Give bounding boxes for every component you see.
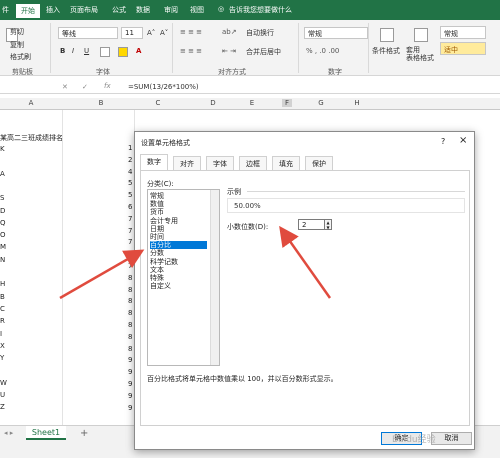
arrow-to-decimal-places <box>279 225 332 299</box>
arrow-to-percentage <box>59 249 145 300</box>
annotation-arrows <box>59 225 332 300</box>
watermark: Baidu经验 <box>392 435 436 445</box>
